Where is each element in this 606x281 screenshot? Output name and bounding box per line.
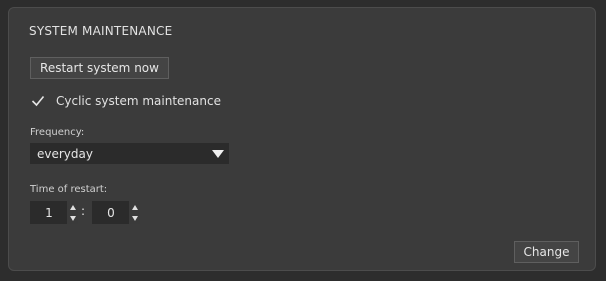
frequency-selected-value: everyday bbox=[37, 146, 93, 161]
time-separator: : bbox=[81, 204, 86, 218]
time-of-restart-label: Time of restart: bbox=[30, 184, 108, 195]
arrow-up-icon[interactable] bbox=[67, 202, 79, 213]
arrow-down-icon[interactable] bbox=[67, 213, 79, 224]
arrow-up-icon[interactable] bbox=[129, 202, 141, 213]
frequency-label: Frequency: bbox=[30, 127, 85, 138]
minutes-spinner-buttons bbox=[128, 201, 140, 224]
cyclic-maintenance-checkbox[interactable]: Cyclic system maintenance bbox=[31, 93, 221, 109]
system-maintenance-panel: SYSTEM MAINTENANCE Restart system now Cy… bbox=[8, 7, 596, 271]
arrow-down-icon[interactable] bbox=[129, 213, 141, 224]
frequency-select[interactable]: everyday bbox=[30, 143, 229, 164]
minutes-spinner[interactable]: 0 bbox=[92, 201, 140, 224]
checkmark-icon[interactable] bbox=[31, 94, 45, 108]
cyclic-maintenance-label: Cyclic system maintenance bbox=[56, 94, 221, 108]
section-title: SYSTEM MAINTENANCE bbox=[29, 24, 173, 38]
triangle-down-icon[interactable] bbox=[209, 144, 227, 163]
change-button[interactable]: Change bbox=[514, 241, 579, 263]
hours-spinner-buttons bbox=[66, 201, 78, 224]
restart-system-button[interactable]: Restart system now bbox=[30, 57, 169, 79]
minutes-value[interactable]: 0 bbox=[92, 206, 128, 220]
hours-spinner[interactable]: 1 bbox=[30, 201, 78, 224]
hours-value[interactable]: 1 bbox=[30, 206, 66, 220]
